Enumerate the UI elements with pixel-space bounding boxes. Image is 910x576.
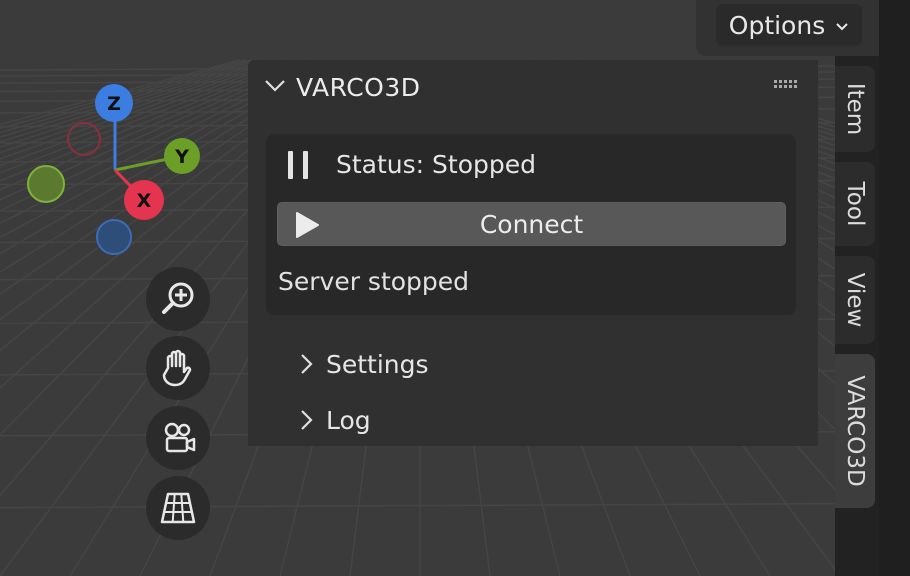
panel-title: VARCO3D xyxy=(296,73,421,102)
hand-icon xyxy=(162,349,192,387)
neg-z-handle xyxy=(96,219,132,255)
x-label: X xyxy=(137,190,152,212)
neg-y-handle xyxy=(27,165,65,203)
neg-x-handle xyxy=(67,122,101,156)
navigation-gizmo[interactable]: Z Y X xyxy=(22,82,202,262)
drag-grip-icon[interactable] xyxy=(772,78,800,92)
settings-subpanel[interactable]: Settings xyxy=(298,347,429,381)
connect-label: Connect xyxy=(479,210,584,239)
server-status-text: Server stopped xyxy=(278,267,470,296)
connect-button[interactable]: Connect xyxy=(277,202,786,246)
zoom-icon xyxy=(162,282,194,314)
chevron-right-icon xyxy=(301,410,313,430)
window-edge xyxy=(879,0,910,576)
y-label: Y xyxy=(174,146,189,168)
log-subpanel[interactable]: Log xyxy=(298,403,371,437)
tab-item-label: Item xyxy=(842,82,868,136)
chevron-down-icon xyxy=(835,16,849,37)
grid-view-icon xyxy=(160,492,196,524)
tab-item[interactable]: Item xyxy=(835,66,875,152)
zoom-button[interactable] xyxy=(146,267,210,331)
tab-tool[interactable]: Tool xyxy=(835,162,875,246)
pan-button[interactable] xyxy=(146,336,210,400)
chevron-right-icon xyxy=(301,354,313,374)
settings-label: Settings xyxy=(326,349,429,379)
pause-icon xyxy=(288,151,310,179)
tab-view-label: View xyxy=(842,272,868,328)
options-label: Options xyxy=(728,10,826,40)
chevron-down-icon xyxy=(264,78,286,98)
z-label: Z xyxy=(107,93,121,115)
status-text: Status: Stopped xyxy=(336,150,536,179)
tab-varco3d-label: VARCO3D xyxy=(842,375,868,487)
tab-view[interactable]: View xyxy=(835,256,875,344)
tab-tool-label: Tool xyxy=(842,181,868,227)
options-dropdown[interactable]: Options xyxy=(716,4,862,46)
log-label: Log xyxy=(326,405,371,435)
camera-icon xyxy=(164,422,196,453)
tab-varco3d[interactable]: VARCO3D xyxy=(835,354,875,508)
perspective-toggle-button[interactable] xyxy=(146,476,210,540)
camera-view-button[interactable] xyxy=(146,406,210,470)
panel-header[interactable]: VARCO3D xyxy=(248,60,818,116)
